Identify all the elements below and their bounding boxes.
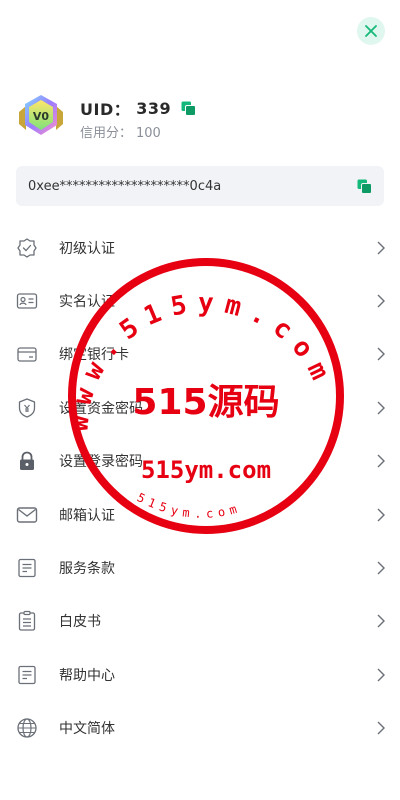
menu-item-label: 初级认证 [59,240,115,257]
document-icon [16,557,38,579]
menu-item-terms-of-service[interactable]: 服务条款 [0,541,400,594]
id-card-icon [16,290,38,312]
credit-value: 100 [136,126,161,141]
fund-shield-icon [16,397,38,419]
menu-item-white-paper[interactable]: 白皮书 [0,595,400,648]
menu-item-real-name-verification[interactable]: 实名认证 [0,274,400,327]
settings-menu: 初级认证 实名认证 绑定银行卡 设置资金密码 设置登录密码 邮箱认证 服务条款 … [0,221,400,755]
chevron-right-icon [377,401,385,415]
credit-label: 信用分： [80,126,133,141]
menu-item-set-login-password[interactable]: 设置登录密码 [0,435,400,488]
close-button[interactable] [357,17,385,45]
menu-item-label: 邮箱认证 [59,507,115,524]
bank-card-icon [16,343,38,365]
verified-badge-icon [16,237,38,259]
help-document-icon [16,664,38,686]
menu-item-label: 实名认证 [59,294,115,311]
clipboard-icon [16,610,38,632]
lock-icon [16,450,38,472]
wallet-address-field: 0xee********************0c4a [16,166,384,206]
uid-label: UID： [80,100,131,119]
menu-item-language[interactable]: 中文简体 [0,702,400,755]
chevron-right-icon [377,508,385,522]
menu-item-label: 帮助中心 [59,667,115,684]
menu-item-label: 中文简体 [59,721,115,738]
menu-item-label: 服务条款 [59,561,115,578]
globe-icon [16,717,38,739]
menu-item-label: 设置登录密码 [59,454,143,471]
chevron-right-icon [377,614,385,628]
mail-icon [16,504,38,526]
chevron-right-icon [377,721,385,735]
chevron-right-icon [377,294,385,308]
profile-header: V0 UID： 339 信用分： 100 [16,92,386,148]
copy-address-icon[interactable] [357,179,372,194]
menu-item-email-verification[interactable]: 邮箱认证 [0,488,400,541]
chevron-right-icon [377,241,385,255]
vip-level-text: V0 [33,110,50,123]
menu-item-label: 白皮书 [59,614,101,631]
uid-value: 339 [136,98,172,118]
menu-item-set-fund-password[interactable]: 设置资金密码 [0,381,400,434]
vip-level-badge: V0 [19,95,63,135]
menu-item-basic-verification[interactable]: 初级认证 [0,221,400,274]
chevron-right-icon [377,347,385,361]
menu-item-label: 绑定银行卡 [59,347,129,364]
menu-item-bind-bank-card[interactable]: 绑定银行卡 [0,328,400,381]
close-icon [365,25,377,37]
copy-uid-icon[interactable] [181,101,197,116]
menu-item-label: 设置资金密码 [59,400,143,417]
menu-item-help-center[interactable]: 帮助中心 [0,648,400,701]
chevron-right-icon [377,561,385,575]
chevron-right-icon [377,668,385,682]
wallet-address: 0xee********************0c4a [28,178,222,194]
chevron-right-icon [377,454,385,468]
credit-score: 信用分： 100 [80,122,161,141]
